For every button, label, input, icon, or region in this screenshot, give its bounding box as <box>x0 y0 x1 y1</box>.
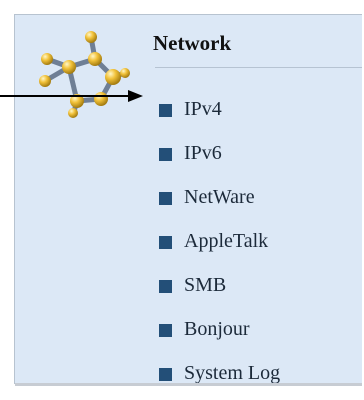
menu-item-netware[interactable]: NetWare <box>159 175 280 219</box>
network-menu-list: IPv4 IPv6 NetWare AppleTalk SMB Bonjour … <box>159 87 280 395</box>
square-bullet-icon <box>159 147 172 161</box>
pointer-arrow-icon <box>0 90 143 102</box>
panel-title: Network <box>153 31 232 55</box>
menu-item-label: System Log <box>184 361 281 384</box>
menu-item-label: AppleTalk <box>184 229 269 252</box>
menu-item-label: SMB <box>184 273 227 296</box>
square-bullet-icon <box>159 235 172 249</box>
menu-item-ipv6[interactable]: IPv6 <box>159 131 280 175</box>
menu-item-label: IPv4 <box>184 97 222 120</box>
menu-item-appletalk[interactable]: AppleTalk <box>159 219 280 263</box>
title-divider <box>155 67 362 68</box>
square-bullet-icon <box>159 323 172 337</box>
menu-item-label: IPv6 <box>184 141 222 164</box>
square-bullet-icon <box>159 191 172 205</box>
menu-item-label: Bonjour <box>184 317 250 340</box>
network-menu-panel: Network IPv4 IPv6 NetWare AppleTalk SMB … <box>14 14 362 386</box>
menu-item-bonjour[interactable]: Bonjour <box>159 307 280 351</box>
square-bullet-icon <box>159 367 172 381</box>
menu-item-smb[interactable]: SMB <box>159 263 280 307</box>
menu-item-ipv4[interactable]: IPv4 <box>159 87 280 131</box>
menu-item-label: NetWare <box>184 185 255 208</box>
square-bullet-icon <box>159 103 172 117</box>
menu-item-system-log[interactable]: System Log <box>159 351 280 395</box>
square-bullet-icon <box>159 279 172 293</box>
network-molecule-icon <box>39 31 130 118</box>
